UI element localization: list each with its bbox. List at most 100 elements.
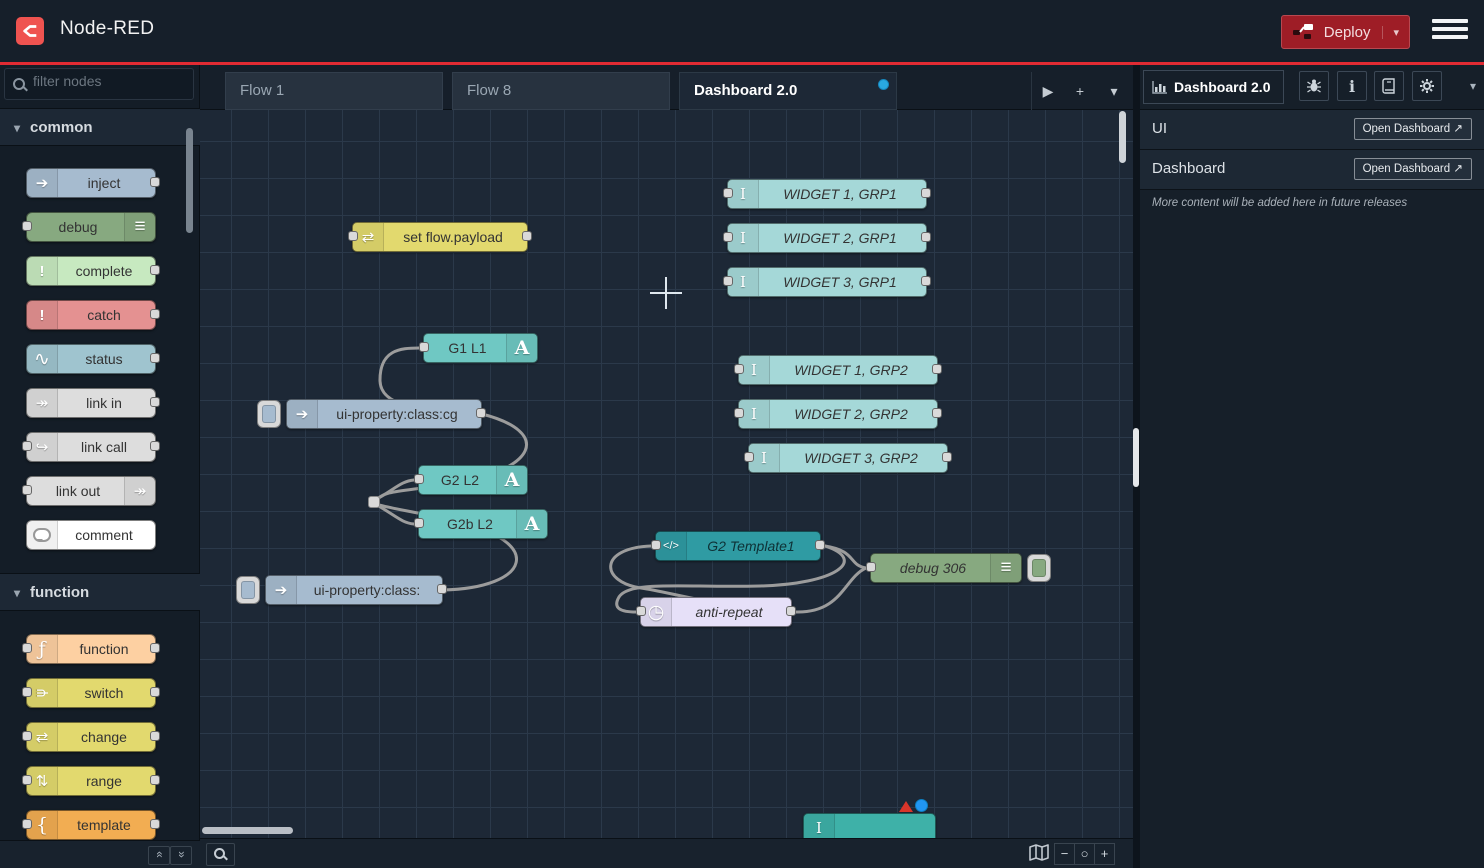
tab-expand-icon[interactable]: ▶ xyxy=(1036,72,1060,110)
palette-node-function[interactable]: ƒfunction xyxy=(26,634,156,664)
output-port[interactable] xyxy=(522,231,532,241)
input-port[interactable] xyxy=(651,540,661,550)
canvas-horizontal-scrollbar[interactable] xyxy=(202,827,293,834)
minimap-toggle-button[interactable] xyxy=(1027,842,1051,864)
flow-tab-Flow-1[interactable]: Flow 1 xyxy=(225,72,443,110)
flow-node-widget-3-grp1[interactable]: IWIDGET 3, GRP1 xyxy=(727,267,927,297)
input-port[interactable] xyxy=(22,731,32,741)
input-port[interactable] xyxy=(744,452,754,462)
input-port[interactable] xyxy=(734,364,744,374)
output-port[interactable] xyxy=(921,232,931,242)
palette-section-common[interactable]: ▾common xyxy=(0,108,200,146)
deploy-caret-icon[interactable]: ▾ xyxy=(1382,26,1399,39)
sidebar-tab-dashboard[interactable]: Dashboard 2.0 xyxy=(1143,70,1284,104)
input-port[interactable] xyxy=(348,231,358,241)
output-port[interactable] xyxy=(437,584,447,594)
book-icon[interactable] xyxy=(1374,71,1404,101)
info-icon[interactable]: i xyxy=(1337,71,1367,101)
input-port[interactable] xyxy=(636,606,646,616)
output-port[interactable] xyxy=(476,408,486,418)
palette-section-function[interactable]: ▾function xyxy=(0,573,200,611)
flow-canvas[interactable]: ⇄set flow.payload IWIDGET 1, GRP1 IWIDGET … xyxy=(200,110,1133,838)
flow-node-widget-2-grp2[interactable]: IWIDGET 2, GRP2 xyxy=(738,399,938,429)
flow-node-widget-1-grp2[interactable]: IWIDGET 1, GRP2 xyxy=(738,355,938,385)
output-port[interactable] xyxy=(150,177,160,187)
output-port[interactable] xyxy=(150,397,160,407)
input-port[interactable] xyxy=(723,276,733,286)
input-port[interactable] xyxy=(22,485,32,495)
flow-node-widget-3-grp2[interactable]: IWIDGET 3, GRP2 xyxy=(748,443,948,473)
palette-node-inject[interactable]: ➔inject xyxy=(26,168,156,198)
flow-node-g1-l1[interactable]: AG1 L1 xyxy=(423,333,538,363)
wire-g2-template1-to-debug-306[interactable] xyxy=(825,546,866,568)
output-port[interactable] xyxy=(150,731,160,741)
input-port[interactable] xyxy=(734,408,744,418)
palette-node-link-in[interactable]: ↠link in xyxy=(26,388,156,418)
deploy-button[interactable]: Deploy ▾ xyxy=(1281,15,1410,49)
output-port[interactable] xyxy=(932,364,942,374)
flow-node-g2-l2[interactable]: AG2 L2 xyxy=(418,465,528,495)
inject-button[interactable] xyxy=(236,576,260,604)
palette-node-link-out[interactable]: ↠link out xyxy=(26,476,156,506)
output-port[interactable] xyxy=(786,606,796,616)
sidebar-caret-icon[interactable]: ▾ xyxy=(1470,79,1476,93)
palette-node-range[interactable]: ⇅range xyxy=(26,766,156,796)
output-port[interactable] xyxy=(150,687,160,697)
splitter-handle[interactable] xyxy=(1133,428,1139,487)
palette-node-status[interactable]: ∿status xyxy=(26,344,156,374)
zoom-reset-button[interactable]: ○ xyxy=(1074,843,1095,865)
input-port[interactable] xyxy=(419,342,429,352)
input-port[interactable] xyxy=(414,518,424,528)
flow-node-ui-partial[interactable]: I xyxy=(803,813,936,838)
input-port[interactable] xyxy=(22,819,32,829)
canvas-vertical-scrollbar[interactable] xyxy=(1119,111,1126,163)
wire-junction-to-g2-l2[interactable] xyxy=(377,480,414,499)
output-port[interactable] xyxy=(932,408,942,418)
flow-node-widget-1-grp1[interactable]: IWIDGET 1, GRP1 xyxy=(727,179,927,209)
output-port[interactable] xyxy=(150,441,160,451)
wire-junction-to-g2b-l2[interactable] xyxy=(377,505,414,524)
output-port[interactable] xyxy=(150,309,160,319)
output-port[interactable] xyxy=(921,276,931,286)
add-flow-button[interactable]: + xyxy=(1068,72,1092,110)
search-flows-button[interactable] xyxy=(206,843,235,866)
zoom-in-button[interactable]: + xyxy=(1094,843,1115,865)
palette-node-link-call[interactable]: ↪link call xyxy=(26,432,156,462)
gear-icon[interactable] xyxy=(1412,71,1442,101)
input-port[interactable] xyxy=(723,232,733,242)
inject-button[interactable] xyxy=(257,400,281,428)
flow-node-widget-2-grp1[interactable]: IWIDGET 2, GRP1 xyxy=(727,223,927,253)
palette-scrollbar[interactable] xyxy=(186,128,193,233)
output-port[interactable] xyxy=(150,353,160,363)
input-port[interactable] xyxy=(22,441,32,451)
flow-tab-Dashboard-2.0[interactable]: Dashboard 2.0 xyxy=(679,72,897,110)
wire-junction[interactable] xyxy=(368,496,380,508)
input-port[interactable] xyxy=(414,474,424,484)
zoom-out-button[interactable]: − xyxy=(1054,843,1075,865)
output-port[interactable] xyxy=(150,643,160,653)
flow-node-debug-306[interactable]: ≡debug 306 xyxy=(870,553,1022,583)
palette-node-switch[interactable]: ⋔switch xyxy=(26,678,156,708)
tab-menu-icon[interactable]: ▾ xyxy=(1102,72,1126,110)
palette-node-comment[interactable]: comment xyxy=(26,520,156,550)
flow-node-set-flow-payload[interactable]: ⇄set flow.payload xyxy=(352,222,528,252)
bug-icon[interactable] xyxy=(1299,71,1329,101)
open-dashboard-button[interactable]: Open Dashboard ↗ xyxy=(1354,118,1472,140)
palette-filter[interactable] xyxy=(4,68,194,100)
input-port[interactable] xyxy=(723,188,733,198)
output-port[interactable] xyxy=(150,775,160,785)
input-port[interactable] xyxy=(22,687,32,697)
open-dashboard-button[interactable]: Open Dashboard ↗ xyxy=(1354,158,1472,180)
palette-node-debug[interactable]: ≡debug xyxy=(26,212,156,242)
output-port[interactable] xyxy=(150,819,160,829)
flow-tab-Flow-8[interactable]: Flow 8 xyxy=(452,72,670,110)
input-port[interactable] xyxy=(22,643,32,653)
flow-node-ui-property-class[interactable]: ➔ui-property:class: xyxy=(265,575,443,605)
input-port[interactable] xyxy=(22,221,32,231)
wire-anti-repeat-to-debug-306[interactable] xyxy=(796,568,866,612)
flow-node-g2b-l2[interactable]: AG2b L2 xyxy=(418,509,548,539)
output-port[interactable] xyxy=(815,540,825,550)
main-menu-button[interactable] xyxy=(1432,19,1468,45)
input-port[interactable] xyxy=(22,775,32,785)
flow-node-anti-repeat[interactable]: ◷anti-repeat xyxy=(640,597,792,627)
